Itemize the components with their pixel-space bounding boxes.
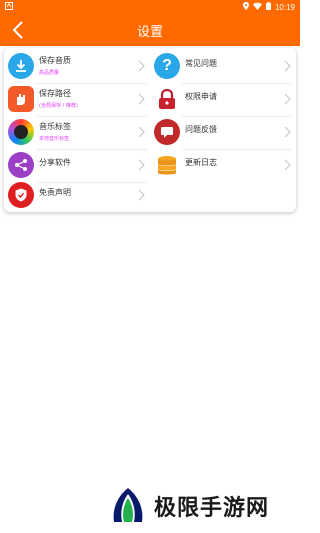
menu-item-subtext: (全局保存 / 推荐): [39, 103, 78, 109]
menu-item-share-app[interactable]: 分享软件: [4, 149, 150, 181]
menu-item-disclaimer[interactable]: 免责声明: [4, 179, 150, 211]
chevron-right-icon: [138, 60, 145, 72]
status-right: 10:19: [242, 2, 295, 12]
battery-icon: [265, 2, 271, 12]
chevron-right-icon: [284, 60, 291, 72]
menu-item-permissions[interactable]: 权限申请: [150, 83, 296, 115]
database-icon: [154, 152, 180, 178]
hand-icon: [8, 86, 34, 112]
location-icon: [242, 2, 249, 12]
status-time: 10:19: [274, 2, 295, 12]
menu-item-label: 分享软件: [39, 158, 71, 167]
menu-item-label: 更新日志: [185, 158, 217, 167]
menu-item-label: 权限申请: [185, 92, 217, 101]
menu-item-label: 保存路径: [39, 89, 71, 98]
settings-card: 保存音质 高品质量 保存路径 (全局保存 / 推荐) 音乐标签 本地音乐标签 分…: [4, 48, 296, 212]
menu-item-changelog[interactable]: 更新日志: [150, 149, 296, 181]
watermark-logo: 极限手游网: [108, 486, 269, 526]
menu-item-subtext: 高品质量: [39, 70, 60, 76]
lock-icon: [154, 86, 180, 112]
music-ring-icon: [8, 119, 34, 145]
chevron-right-icon: [138, 93, 145, 105]
share-icon: [8, 152, 34, 178]
question-icon: ?: [154, 53, 180, 79]
menu-item-save-path[interactable]: 保存路径 (全局保存 / 推荐): [4, 83, 150, 115]
status-left-icons: [5, 2, 13, 12]
app-notification-icon: [5, 2, 13, 12]
menu-item-save-quality[interactable]: 保存音质 高品质量: [4, 50, 150, 82]
menu-item-label: 问题反馈: [185, 125, 217, 134]
logo-icon: [113, 488, 143, 522]
chevron-right-icon: [138, 189, 145, 201]
menu-item-feedback[interactable]: 问题反馈: [150, 116, 296, 148]
menu-item-subtext: 本地音乐标签: [39, 136, 70, 142]
chevron-right-icon: [138, 159, 145, 171]
title-bar: 设置: [0, 14, 300, 46]
menu-item-music-tags[interactable]: 音乐标签 本地音乐标签: [4, 116, 150, 148]
chevron-right-icon: [284, 159, 291, 171]
menu-item-label: 保存音质: [39, 56, 71, 65]
shield-icon: [8, 182, 34, 208]
page-title: 设置: [136, 25, 163, 40]
menu-item-label: 音乐标签: [39, 122, 71, 131]
menu-item-label: 免责声明: [39, 188, 71, 197]
status-bar: 10:19: [0, 0, 300, 14]
watermark-text: 极限手游网: [154, 496, 270, 521]
menu-item-label: 常见问题: [185, 59, 217, 68]
chevron-right-icon: [138, 126, 145, 138]
download-icon: [8, 53, 34, 79]
chevron-right-icon: [284, 126, 291, 138]
wifi-icon: [252, 2, 262, 12]
chat-icon: [154, 119, 180, 145]
menu-item-faq[interactable]: ? 常见问题: [150, 50, 296, 82]
chevron-right-icon: [284, 93, 291, 105]
